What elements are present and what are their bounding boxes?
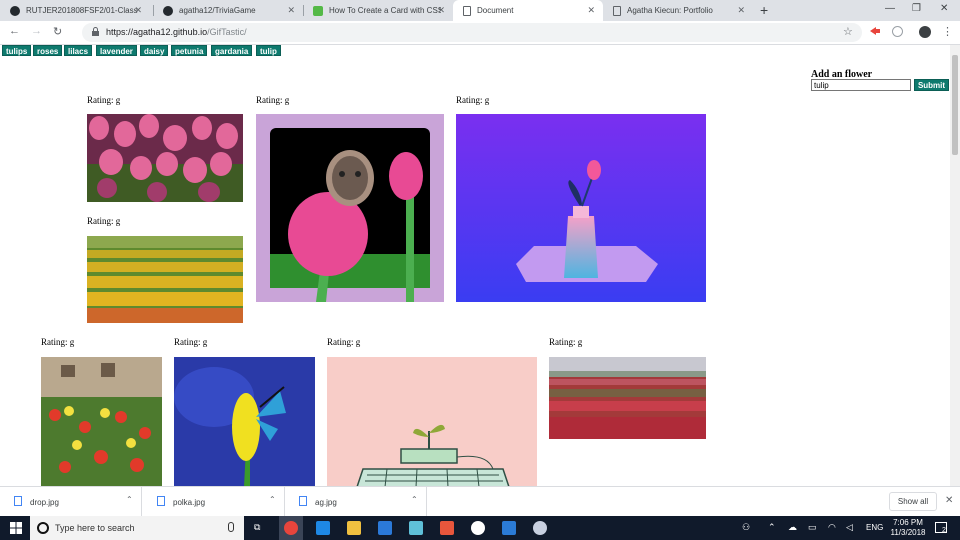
show-all-button[interactable]: Show all bbox=[889, 492, 937, 511]
topic-button-roses[interactable]: roses bbox=[33, 45, 63, 56]
gif-image[interactable] bbox=[87, 236, 243, 323]
close-icon[interactable]: ✕ bbox=[437, 5, 445, 16]
edge-icon[interactable] bbox=[316, 521, 330, 535]
submit-button[interactable]: Submit bbox=[914, 79, 949, 91]
reload-icon[interactable]: ↻ bbox=[53, 25, 62, 38]
forward-icon[interactable]: → bbox=[31, 25, 42, 37]
codecademy-icon bbox=[313, 5, 323, 16]
gif-image[interactable] bbox=[41, 357, 162, 486]
volume-icon[interactable]: ◁ bbox=[846, 522, 853, 533]
menu-dots-icon[interactable]: ⋮ bbox=[942, 25, 953, 38]
tab-class-content[interactable]: RUTJER201808FSF2/01-Class-Co ✕ bbox=[0, 0, 150, 21]
topic-button-tulip[interactable]: tulip bbox=[256, 45, 281, 56]
windows-start-icon[interactable] bbox=[10, 522, 22, 534]
file-explorer-icon[interactable] bbox=[347, 521, 361, 535]
extension-circle-icon[interactable] bbox=[892, 26, 903, 37]
file-icon bbox=[299, 496, 307, 506]
address-bar[interactable]: https://agatha12.github.io/GifTastic/ bbox=[82, 23, 862, 42]
gif-image[interactable] bbox=[256, 114, 444, 302]
lock-icon bbox=[92, 27, 99, 36]
download-item[interactable]: drop.jpg ⌃ bbox=[0, 487, 142, 517]
close-icon[interactable]: ✕ bbox=[737, 5, 745, 16]
slack-icon[interactable] bbox=[471, 521, 485, 535]
gif-image[interactable] bbox=[456, 114, 706, 302]
notification-count: 2 bbox=[942, 527, 946, 534]
tab-strip: RUTJER201808FSF2/01-Class-Co ✕ agatha12/… bbox=[0, 0, 960, 21]
chevron-up-icon[interactable]: ⌃ bbox=[126, 495, 133, 504]
bookmark-star-icon[interactable]: ☆ bbox=[843, 25, 853, 38]
paint-icon[interactable] bbox=[533, 521, 547, 535]
chevron-up-icon[interactable]: ⌃ bbox=[269, 495, 276, 504]
downloads-bar: drop.jpg ⌃ polka.jpg ⌃ ag.jpg ⌃ Show all… bbox=[0, 486, 960, 517]
github-icon bbox=[163, 5, 173, 16]
tab-css-card[interactable]: How To Create a Card with CSS ✕ bbox=[303, 0, 453, 21]
vscode-icon[interactable] bbox=[502, 521, 516, 535]
back-icon[interactable]: ← bbox=[9, 25, 20, 37]
gif-rating: Rating: g bbox=[456, 95, 490, 105]
gif-rating: Rating: g bbox=[41, 337, 75, 347]
close-icon[interactable]: ✕ bbox=[587, 5, 595, 16]
file-icon bbox=[157, 496, 165, 506]
flower-input[interactable] bbox=[811, 79, 911, 91]
tab-document[interactable]: Document ✕ bbox=[453, 0, 603, 21]
gif-rating: Rating: g bbox=[327, 337, 361, 347]
gif-rating: Rating: g bbox=[87, 95, 121, 105]
wifi-icon[interactable]: ◠ bbox=[828, 522, 836, 533]
tab-trivia-game[interactable]: agatha12/TriviaGame ✕ bbox=[153, 0, 303, 21]
tab-portfolio[interactable]: Agatha Kiecun: Portfolio ✕ bbox=[603, 0, 753, 21]
gif-rating: Rating: g bbox=[174, 337, 208, 347]
browser-toolbar: ← → ↻ https://agatha12.github.io/GifTast… bbox=[0, 21, 960, 45]
page-scrollbar[interactable] bbox=[950, 45, 960, 486]
gif-image[interactable] bbox=[327, 357, 537, 486]
page-viewport: tulips roses lilacs lavender daisy petunia gar… bbox=[0, 45, 950, 486]
topic-button-tulips[interactable]: tulips bbox=[2, 45, 32, 56]
profile-icon[interactable] bbox=[919, 26, 931, 38]
extension-icon[interactable] bbox=[870, 27, 880, 35]
download-item[interactable]: ag.jpg ⌃ bbox=[285, 487, 427, 517]
app-icon[interactable] bbox=[409, 521, 423, 535]
document-icon bbox=[613, 5, 621, 16]
close-window-icon[interactable]: ✕ bbox=[940, 3, 948, 14]
github-icon bbox=[10, 5, 20, 16]
topic-button-lilacs[interactable]: lilacs bbox=[64, 45, 93, 56]
topic-button-petunia[interactable]: petunia bbox=[171, 45, 208, 56]
new-tab-button[interactable]: + bbox=[760, 2, 768, 18]
close-icon[interactable]: ✕ bbox=[287, 5, 295, 16]
chevron-up-icon[interactable]: ⌃ bbox=[411, 495, 418, 504]
minimize-icon[interactable]: — bbox=[885, 3, 895, 14]
taskbar-search[interactable]: Type here to search bbox=[30, 516, 244, 540]
clock[interactable]: 7:06 PM 11/3/2018 bbox=[888, 518, 928, 538]
topic-button-daisy[interactable]: daisy bbox=[140, 45, 169, 56]
gif-image[interactable] bbox=[87, 114, 243, 202]
chrome-icon[interactable] bbox=[284, 521, 298, 535]
language-indicator[interactable]: ENG bbox=[866, 523, 883, 532]
git-icon[interactable] bbox=[440, 521, 454, 535]
windows-taskbar: Type here to search ⧉ ⚇ ⌃ ☁ ▭ ◠ ◁ ENG 7:… bbox=[0, 516, 960, 540]
cortana-icon bbox=[37, 522, 49, 534]
chevron-up-icon[interactable]: ⌃ bbox=[768, 522, 776, 533]
close-icon[interactable]: ✕ bbox=[134, 5, 142, 16]
microphone-icon[interactable] bbox=[228, 522, 234, 532]
document-icon bbox=[463, 5, 471, 16]
scrollbar-thumb[interactable] bbox=[952, 55, 958, 155]
task-view-icon[interactable]: ⧉ bbox=[254, 522, 260, 533]
network-icon[interactable]: ▭ bbox=[808, 522, 817, 533]
store-icon[interactable] bbox=[378, 521, 392, 535]
close-icon[interactable]: ✕ bbox=[945, 495, 953, 506]
topic-button-lavender[interactable]: lavender bbox=[96, 45, 137, 56]
gif-rating: Rating: g bbox=[549, 337, 583, 347]
onedrive-icon[interactable]: ☁ bbox=[788, 522, 797, 533]
gif-image[interactable] bbox=[549, 357, 706, 439]
gif-rating: Rating: g bbox=[87, 216, 121, 226]
download-item[interactable]: polka.jpg ⌃ bbox=[143, 487, 285, 517]
url-text: https://agatha12.github.io/GifTastic/ bbox=[106, 27, 247, 37]
gif-rating: Rating: g bbox=[256, 95, 290, 105]
people-icon[interactable]: ⚇ bbox=[742, 522, 750, 533]
topic-button-gardania[interactable]: gardania bbox=[211, 45, 253, 56]
gif-image[interactable] bbox=[174, 357, 315, 486]
file-icon bbox=[14, 496, 22, 506]
maximize-icon[interactable]: ❐ bbox=[912, 3, 921, 14]
